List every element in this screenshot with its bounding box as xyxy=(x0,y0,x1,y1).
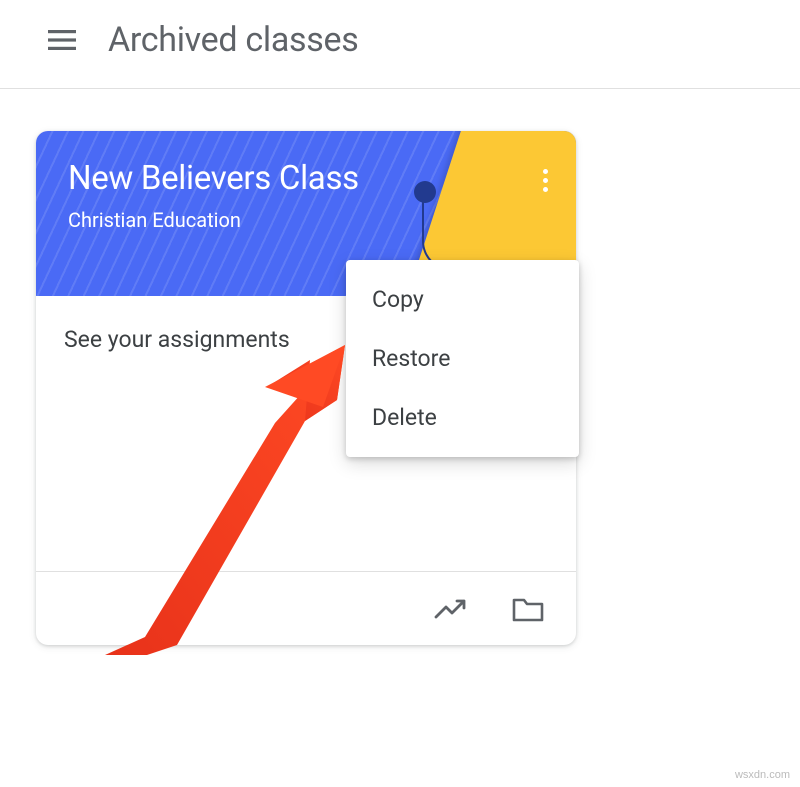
folder-icon xyxy=(512,596,544,622)
page-title: Archived classes xyxy=(108,20,359,60)
hamburger-icon xyxy=(48,30,76,50)
watermark: wsxdn.com xyxy=(735,769,790,781)
dots-icon xyxy=(543,187,548,192)
class-card-footer xyxy=(36,571,576,645)
app-header: Archived classes xyxy=(0,0,800,89)
menu-item-restore[interactable]: Restore xyxy=(346,329,579,388)
menu-item-delete[interactable]: Delete xyxy=(346,388,579,447)
class-title[interactable]: New Believers Class xyxy=(68,159,544,198)
class-more-button[interactable] xyxy=(535,161,556,200)
main-menu-button[interactable] xyxy=(40,22,84,58)
context-menu: Copy Restore Delete xyxy=(346,260,579,457)
trending-up-icon xyxy=(434,597,468,621)
menu-item-copy[interactable]: Copy xyxy=(346,270,579,329)
assignments-link[interactable]: See your assignments xyxy=(64,326,290,353)
folder-button[interactable] xyxy=(504,588,552,630)
class-section: Christian Education xyxy=(68,208,544,232)
dots-icon xyxy=(543,169,548,174)
banner-text: New Believers Class Christian Education xyxy=(68,159,544,232)
dots-icon xyxy=(543,178,548,183)
trending-button[interactable] xyxy=(426,589,476,629)
